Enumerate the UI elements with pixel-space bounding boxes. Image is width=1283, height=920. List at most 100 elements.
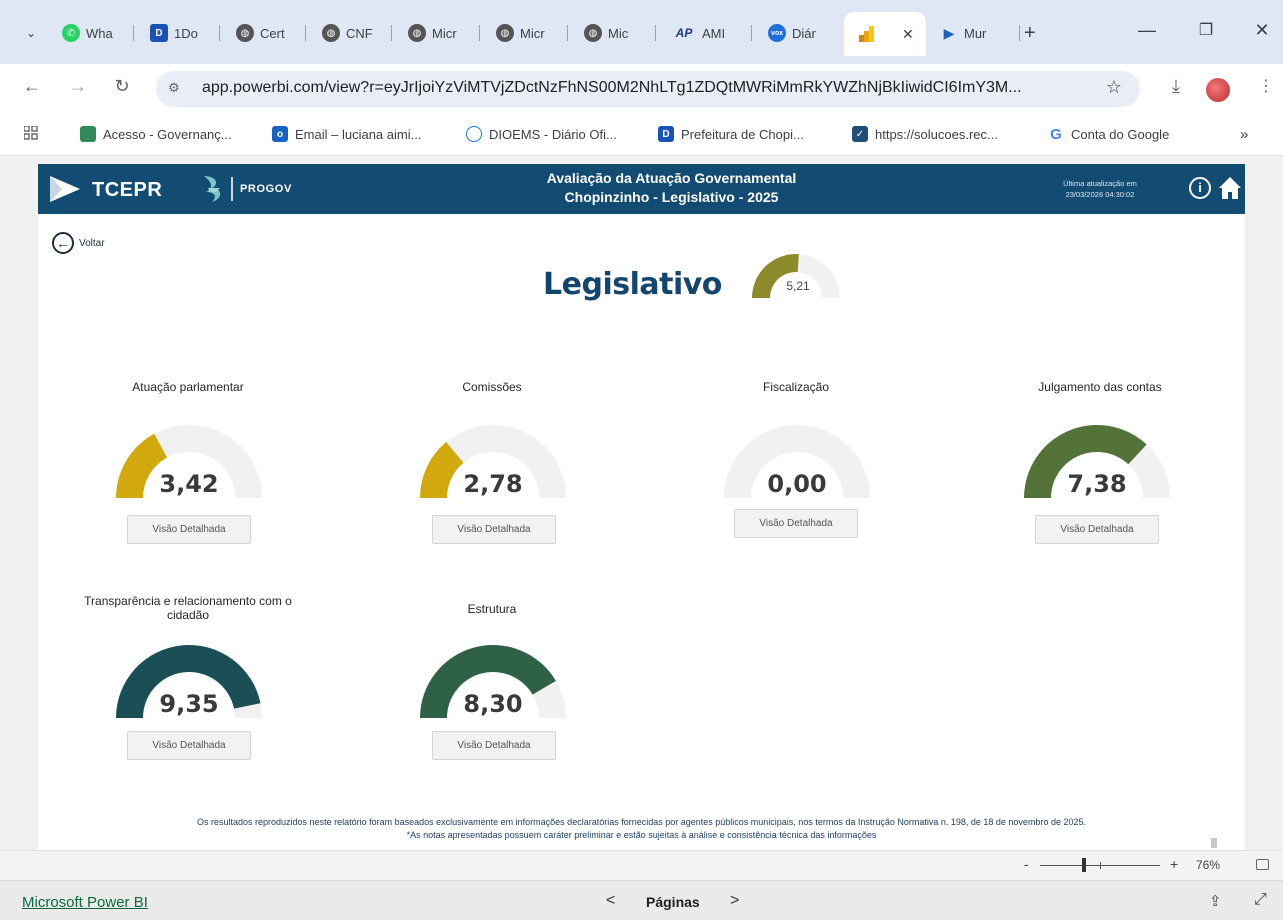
tab-label: Micr	[520, 25, 545, 41]
tab-micr-1[interactable]: ◍ Micr	[408, 18, 480, 48]
back-arrow-circle-icon: ←	[52, 232, 74, 254]
share-icon[interactable]: ⇪	[1209, 892, 1222, 910]
detail-button-comissoes[interactable]: Visão Detalhada	[432, 515, 556, 544]
tab-strip: ⌄ ✆ Wha D 1Do ◍ Cert ◍ CNF ◍ Micr ◍ Micr…	[0, 0, 1283, 64]
main-score-value: 5,21	[786, 279, 810, 293]
tab-label: Micr	[432, 25, 457, 41]
d-icon: D	[150, 24, 168, 42]
globe-icon: ◍	[584, 24, 602, 42]
report-canvas: TCEPR PROGOV Avaliação da Atuação Govern…	[0, 156, 1283, 850]
tab-1doc[interactable]: D 1Do	[150, 18, 220, 48]
tab-separator	[219, 25, 220, 41]
google-icon: G	[1050, 125, 1062, 143]
detail-button-fiscalizacao[interactable]: Visão Detalhada	[734, 509, 858, 538]
bookmark-label: Conta do Google	[1071, 126, 1170, 142]
info-icon[interactable]: i	[1189, 177, 1211, 199]
site-settings-icon[interactable]: ⚙	[168, 80, 180, 96]
back-button[interactable]: ← Voltar	[52, 232, 105, 254]
gauge-value-comissoes: 2,78	[463, 470, 523, 498]
receita-icon: ✓	[852, 126, 868, 142]
minimize-icon[interactable]: —	[1135, 20, 1159, 41]
tab-mur[interactable]: ▶ Mur	[940, 18, 1020, 48]
powerbi-link[interactable]: Microsoft Power BI	[22, 894, 148, 911]
last-update-label: Última atualização em	[1063, 179, 1137, 188]
powerbi-footer: Microsoft Power BI < Páginas > ⇪ ⤢	[0, 880, 1283, 920]
amp-icon: AP	[675, 26, 693, 40]
bookmark-email[interactable]: o Email – luciana aimi...	[272, 126, 421, 142]
tab-powerbi-active[interactable]: ✕	[844, 12, 926, 56]
bookmark-dioems[interactable]: DIOEMS - Diário Ofi...	[466, 126, 617, 142]
tab-search-chevron-icon[interactable]: ⌄	[18, 22, 44, 44]
footnote-preliminary: *As notas apresentadas possuem caráter p…	[406, 830, 877, 840]
tab-cnf[interactable]: ◍ CNF	[322, 18, 392, 48]
tab-label: Cert	[260, 25, 285, 41]
bookmarks-overflow-icon[interactable]: »	[1240, 126, 1248, 143]
bookmark-acesso[interactable]: Acesso - Governanç...	[80, 126, 232, 142]
zoom-out-button[interactable]: -	[1024, 856, 1029, 872]
tab-micr-2[interactable]: ◍ Micr	[496, 18, 568, 48]
bookmark-label: https://solucoes.rec...	[875, 126, 998, 142]
fullscreen-expand-icon[interactable]: ⤢	[1254, 891, 1267, 909]
zoom-in-button[interactable]: +	[1170, 856, 1178, 872]
apps-grid-icon[interactable]	[24, 126, 38, 140]
page-title: Legislativo	[543, 267, 722, 302]
globe-icon: ◍	[322, 24, 340, 42]
detail-button-julgamento-contas[interactable]: Visão Detalhada	[1035, 515, 1159, 544]
card-title-comissoes: Comissões	[462, 380, 522, 394]
close-window-icon[interactable]: ✕	[1250, 20, 1274, 41]
bookmark-label: Prefeitura de Chopi...	[681, 126, 804, 142]
circle-icon	[466, 126, 482, 142]
detail-button-estrutura[interactable]: Visão Detalhada	[432, 731, 556, 760]
address-bar[interactable]: ⚙ app.powerbi.com/view?r=eyJrIjoiYzViMTV…	[156, 71, 1140, 107]
detail-button-atuacao-parlamentar[interactable]: Visão Detalhada	[127, 515, 251, 544]
tab-cert[interactable]: ◍ Cert	[236, 18, 306, 48]
tab-ami[interactable]: AP AMI	[672, 18, 752, 48]
new-tab-button[interactable]: +	[1024, 18, 1044, 48]
reload-icon[interactable]: ↻	[110, 76, 134, 97]
next-page-button[interactable]: >	[730, 892, 739, 910]
tcepr-logo-icon	[50, 176, 80, 202]
globe-icon: ◍	[496, 24, 514, 42]
report-scrollbar[interactable]	[1211, 838, 1217, 848]
card-title-atuacao-parlamentar: Atuação parlamentar	[132, 380, 244, 394]
download-icon[interactable]: ⤓	[1164, 76, 1188, 97]
bookmark-solucoes[interactable]: ✓ https://solucoes.rec...	[852, 126, 998, 142]
home-icon[interactable]	[1218, 175, 1242, 201]
tab-label: Wha	[86, 25, 113, 41]
close-tab-icon[interactable]: ✕	[902, 26, 914, 43]
last-update-value: 23/03/2026 04:30:02	[1065, 190, 1135, 199]
tab-separator	[479, 25, 480, 41]
bookmark-prefeitura[interactable]: D Prefeitura de Chopi...	[658, 126, 804, 142]
tcepr-brand: TCEPR	[92, 179, 163, 201]
play-icon: ▶	[943, 24, 955, 41]
tab-label: Mur	[964, 25, 987, 41]
tab-separator	[655, 25, 656, 41]
previous-page-button[interactable]: <	[606, 892, 615, 910]
navigation-bar: ← → ↻ ⚙ app.powerbi.com/view?r=eyJrIjoiY…	[0, 64, 1283, 114]
url-text[interactable]: app.powerbi.com/view?r=eyJrIjoiYzViMTVjZ…	[202, 79, 1092, 97]
globe-icon: ◍	[236, 24, 254, 42]
forward-arrow-icon[interactable]: →	[66, 76, 90, 97]
tab-whatsapp[interactable]: ✆ Wha	[62, 18, 134, 48]
menu-kebab-icon[interactable]: ⋮	[1254, 76, 1278, 96]
report-title: Avaliação da Atuação Governamental Chopi…	[418, 169, 925, 207]
tab-label: 1Do	[174, 25, 198, 41]
zoom-slider-thumb[interactable]	[1082, 858, 1086, 872]
bookmarks-bar: Acesso - Governanç... o Email – luciana …	[0, 114, 1283, 156]
tab-micr-3[interactable]: ◍ Mic	[584, 18, 656, 48]
tab-diario[interactable]: vox Diár	[768, 18, 836, 48]
tab-separator	[751, 25, 752, 41]
bookmark-google[interactable]: G Conta do Google	[1048, 125, 1170, 143]
gauge-value-fiscalizacao: 0,00	[767, 470, 827, 498]
restore-icon[interactable]: ❐	[1194, 20, 1218, 40]
tab-label: AMI	[702, 25, 726, 41]
pages-menu[interactable]: Páginas	[646, 894, 700, 910]
progov-brand: PROGOV	[240, 183, 292, 195]
back-arrow-icon[interactable]: ←	[20, 76, 44, 97]
detail-button-transparencia[interactable]: Visão Detalhada	[127, 731, 251, 760]
gauge-value-transparencia: 9,35	[159, 690, 219, 718]
profile-avatar[interactable]	[1206, 78, 1230, 102]
bookmark-star-icon[interactable]: ☆	[1106, 77, 1122, 98]
fit-to-page-icon[interactable]	[1256, 859, 1269, 870]
powerbi-icon	[859, 26, 874, 42]
